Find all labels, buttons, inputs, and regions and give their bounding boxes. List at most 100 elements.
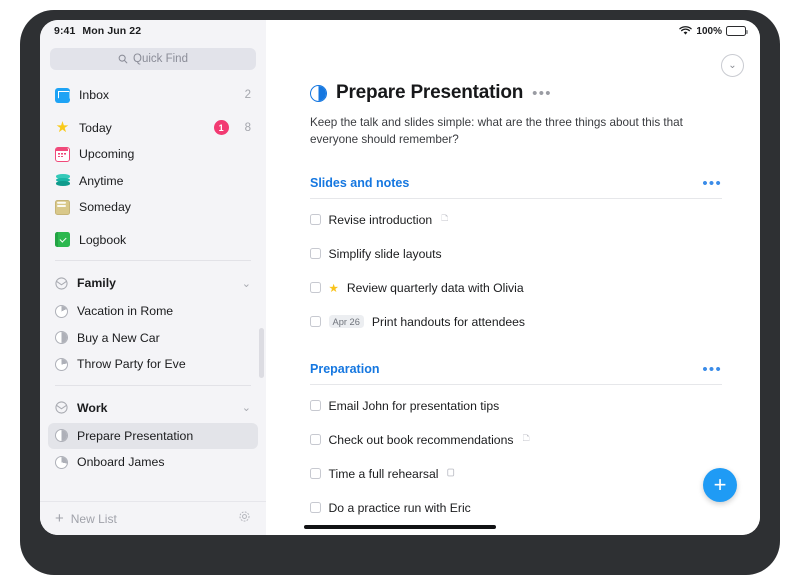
todo-checkbox[interactable]: [310, 248, 321, 259]
sidebar-scrollbar[interactable]: [259, 328, 264, 378]
calendar-icon: [55, 146, 70, 162]
sidebar-item-label: Logbook: [79, 232, 127, 247]
group-label: Work: [77, 400, 108, 415]
sidebar: Quick Find Inbox 2 ★ Today 1 8 Upcoming …: [40, 20, 266, 535]
sidebar-footer: + New List: [40, 501, 266, 535]
group-label: Family: [77, 276, 116, 290]
todo-item[interactable]: Confirm presentation time: [310, 528, 732, 536]
search-placeholder-text: Quick Find: [133, 53, 188, 65]
inbox-icon: [55, 87, 70, 103]
progress-pie-icon: [55, 455, 68, 469]
chevron-down-icon[interactable]: ⌄: [242, 401, 251, 414]
search-input[interactable]: Quick Find: [50, 48, 256, 70]
sidebar-group-work[interactable]: Work ⌄: [48, 393, 258, 423]
todo-item[interactable]: Apr 26 Print handouts for attendees: [310, 308, 732, 335]
todo-checkbox[interactable]: [310, 214, 321, 225]
project-label: Buy a New Car: [77, 330, 160, 345]
today-badge: 1: [213, 120, 229, 136]
checklist-icon: [447, 468, 456, 480]
sidebar-item-anytime[interactable]: Anytime: [48, 168, 258, 195]
todo-item[interactable]: Email John for presentation tips: [310, 392, 732, 419]
section-preparation: Preparation ••• Email John for presentat…: [310, 362, 732, 535]
sidebar-item-label: Upcoming: [79, 147, 135, 162]
plus-icon: +: [713, 472, 727, 497]
section-menu-icon[interactable]: •••: [702, 176, 722, 191]
section-title: Preparation: [310, 362, 380, 377]
todo-item[interactable]: Do a practice run with Eric: [310, 494, 732, 521]
todo-checkbox[interactable]: [310, 468, 321, 479]
box-icon: [55, 199, 70, 215]
add-todo-button[interactable]: +: [703, 468, 737, 502]
sidebar-project-buy-a-new-car[interactable]: Buy a New Car: [48, 325, 258, 352]
sidebar-item-someday[interactable]: Someday: [48, 194, 258, 221]
sidebar-group-family[interactable]: Family ⌄: [48, 268, 258, 298]
gear-icon[interactable]: [238, 510, 251, 528]
sidebar-project-onboard-james[interactable]: Onboard James: [48, 449, 258, 476]
note-icon: 🗅: [522, 433, 530, 445]
sidebar-project-prepare-presentation[interactable]: Prepare Presentation: [48, 422, 258, 449]
search-icon: [118, 54, 128, 64]
todo-checkbox[interactable]: [310, 316, 321, 327]
todo-item[interactable]: ★ Review quarterly data with Olivia: [310, 274, 732, 301]
page-title: Prepare Presentation: [336, 82, 524, 103]
todo-label: Email John for presentation tips: [328, 398, 500, 413]
todo-item[interactable]: Simplify slide layouts: [310, 240, 732, 267]
sidebar-project-vacation-in-rome[interactable]: Vacation in Rome: [48, 298, 258, 325]
main-scroll-area: Prepare Presentation ••• Keep the talk a…: [266, 20, 760, 535]
todo-item[interactable]: Check out book recommendations 🗅: [310, 426, 732, 453]
plus-icon[interactable]: +: [55, 511, 64, 526]
todo-label: Review quarterly data with Olivia: [346, 280, 524, 295]
section-slides-and-notes: Slides and notes ••• Revise introduction…: [310, 176, 732, 335]
project-label: Throw Party for Eve: [77, 357, 186, 372]
new-list-button[interactable]: New List: [71, 512, 117, 526]
area-circle-icon: [55, 276, 68, 290]
section-menu-icon[interactable]: •••: [702, 362, 722, 377]
sidebar-project-throw-party-for-eve[interactable]: Throw Party for Eve: [48, 351, 258, 378]
sidebar-divider: [55, 384, 251, 386]
todo-item[interactable]: Time a full rehearsal: [310, 460, 732, 487]
todo-label: Revise introduction: [328, 212, 433, 227]
sidebar-item-label: Today: [79, 120, 112, 135]
section-header: Preparation •••: [310, 362, 722, 385]
progress-pie-icon: [55, 357, 68, 371]
project-progress-icon: [310, 84, 327, 102]
section-title: Slides and notes: [310, 176, 410, 191]
todo-checkbox[interactable]: [310, 502, 321, 513]
sidebar-item-logbook[interactable]: Logbook: [48, 227, 258, 254]
due-date-badge: Apr 26: [328, 315, 364, 329]
home-indicator: [304, 524, 496, 529]
section-header: Slides and notes •••: [310, 176, 722, 199]
sidebar-item-label: Anytime: [79, 173, 124, 188]
progress-pie-icon: [55, 429, 68, 443]
chevron-down-icon[interactable]: ⌄: [242, 277, 251, 290]
progress-pie-icon: [55, 331, 68, 345]
main-pane: ⌄ Prepare Presentation ••• Keep the talk…: [266, 20, 760, 535]
todo-item[interactable]: Revise introduction 🗅: [310, 206, 732, 233]
sidebar-item-today[interactable]: ★ Today 1 8: [48, 115, 258, 142]
chevron-down-circle-icon[interactable]: ⌄: [721, 54, 744, 77]
todo-checkbox[interactable]: [310, 434, 321, 445]
area-circle-icon: [55, 401, 68, 414]
project-menu-icon[interactable]: •••: [532, 86, 552, 101]
project-label: Prepare Presentation: [77, 428, 194, 443]
project-label: Onboard James: [77, 455, 165, 470]
star-icon: ★: [55, 119, 70, 137]
star-icon: ★: [328, 282, 339, 295]
todo-label: Simplify slide layouts: [328, 246, 442, 261]
todo-checkbox[interactable]: [310, 282, 321, 293]
device-screen: 9:41 Mon Jun 22 100% Quick Find Inbox 2 …: [40, 20, 760, 535]
project-label: Vacation in Rome: [77, 304, 174, 319]
todo-label: Do a practice run with Eric: [328, 500, 471, 515]
sidebar-item-upcoming[interactable]: Upcoming: [48, 141, 258, 168]
todo-label: Time a full rehearsal: [328, 466, 439, 481]
todo-label: Check out book recommendations: [328, 432, 514, 447]
sidebar-item-inbox[interactable]: Inbox 2: [48, 82, 258, 109]
today-count: 8: [244, 121, 251, 134]
note-icon: 🗅: [441, 213, 449, 225]
sidebar-scroll-area: Inbox 2 ★ Today 1 8 Upcoming Anytime Som…: [40, 82, 266, 501]
todo-checkbox[interactable]: [310, 400, 321, 411]
project-notes[interactable]: Keep the talk and slides simple: what ar…: [310, 115, 722, 149]
sidebar-item-label: Inbox: [79, 88, 110, 103]
device-frame: 9:41 Mon Jun 22 100% Quick Find Inbox 2 …: [20, 10, 780, 575]
page-title-row: Prepare Presentation •••: [310, 82, 732, 104]
